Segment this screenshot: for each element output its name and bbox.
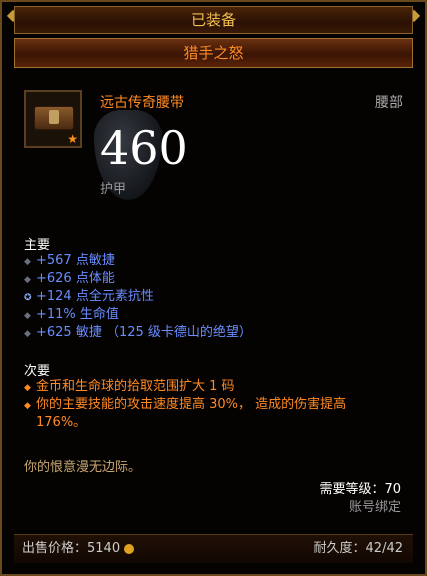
gold-coin-icon [124, 543, 135, 554]
primary-stat: ◆ +625 敏捷 （125 级卡德山的绝望） [24, 325, 252, 340]
armor-label: 护甲 [100, 182, 127, 197]
secondary-title: 次要 [24, 364, 51, 379]
primary-title: 主要 [24, 238, 51, 253]
armor-value: 460 [100, 121, 188, 175]
ancient-star-icon: ★ [67, 132, 78, 146]
equipped-status: 已装备 [14, 6, 413, 34]
flavor-text: 你的恨意漫无边际。 [24, 460, 142, 475]
primary-stat: ◆ +626 点体能 [24, 271, 115, 286]
secondary-stat: 176%。 [36, 415, 87, 430]
primary-stat: ◆ +11% 生命值 [24, 307, 119, 322]
sell-price: 出售价格：5140 [22, 535, 135, 563]
primary-stat: ✪ +124 点全元素抗性 [24, 289, 154, 304]
primary-stat: ◆ +567 点敏捷 [24, 253, 115, 268]
account-bound: 账号绑定 [348, 500, 401, 515]
durability: 耐久度：42/42 [313, 541, 403, 556]
item-slot: 腰部 [375, 95, 403, 111]
item-name: 猎手之怒 [14, 38, 413, 68]
level-requirement: 需要等级：70 [319, 482, 401, 497]
tooltip-footer: 出售价格：5140 耐久度：42/42 [14, 534, 413, 563]
item-icon-slot: ★ [24, 90, 82, 148]
belt-icon [34, 106, 74, 130]
item-type: 远古传奇腰带 [100, 95, 184, 111]
secondary-stat: ◆ 你的主要技能的攻击速度提高 30%， 造成的伤害提高 [24, 397, 347, 412]
tooltip-body: ★ 远古传奇腰带 腰部 460 护甲 主要 ◆ +567 点敏捷 ◆ +626 点体… [14, 72, 413, 530]
secondary-stat: ◆ 金币和生命球的拾取范围扩大 1 码 [24, 379, 235, 394]
